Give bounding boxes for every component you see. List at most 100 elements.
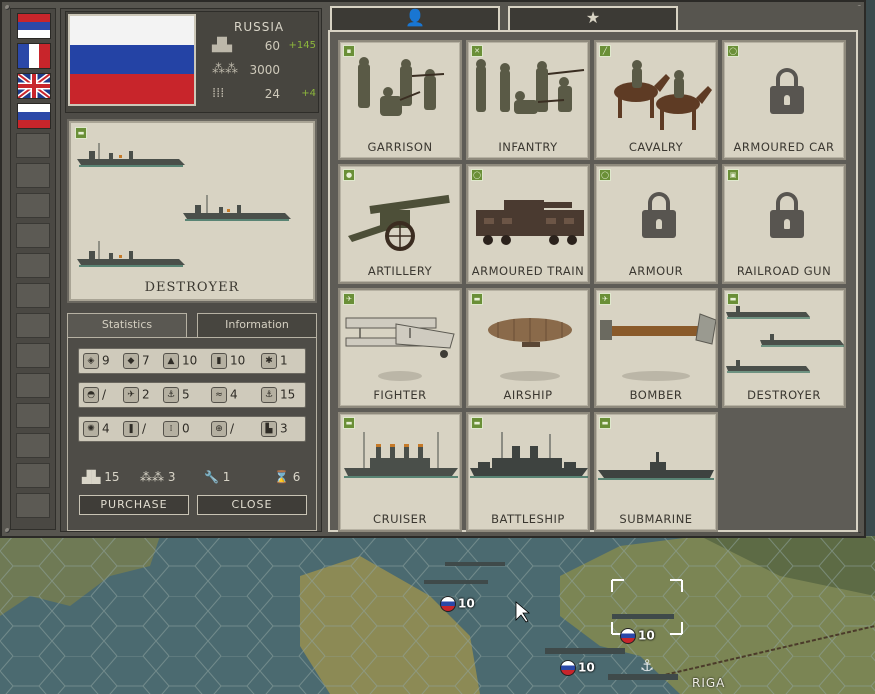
unit-card-armoured-train[interactable]: ◯ ARMOURED TRAIN [466, 164, 590, 284]
wave-icon: ≈ [211, 387, 227, 403]
unit-card-armour[interactable]: ◯ ARMOUR [594, 164, 718, 284]
unit-card-submarine[interactable]: ▬ SUBMARINE [594, 412, 718, 532]
unit-marker[interactable]: 10 [440, 596, 475, 612]
empty-slot [16, 403, 50, 428]
industry-cost: ▟▙ 15 [82, 470, 120, 484]
resource-industry: ▟▙ 60 +145 [212, 38, 316, 53]
sub-attack-stat: ≈4 [211, 387, 238, 405]
unit-label: GARRISON [367, 140, 433, 154]
hard-defense-stat: ◆ 7 [123, 353, 150, 371]
plane-icon: ✈ [123, 387, 139, 403]
shield-icon: ◈ [83, 353, 99, 369]
resource-manpower: ⁂⁂ 3000 [212, 62, 280, 77]
unit-marker[interactable]: 10 [560, 660, 595, 676]
armoured-train-image [476, 200, 584, 245]
hourglass-icon: ⌛ [274, 470, 293, 484]
lock-icon [770, 192, 804, 238]
target-icon: ⊕ [211, 421, 227, 437]
tab-information[interactable]: Information [197, 313, 317, 337]
battery-icon: ▮ [211, 353, 227, 369]
unit-card-railroad-gun[interactable]: ▣ RAILROAD GUN [722, 164, 846, 284]
stats-row: ◈ 9 ◆ 7 ▲ 10 ▮ 10 ✱ 1 [78, 348, 306, 374]
unit-card-infantry[interactable]: ✕ INFANTRY [466, 40, 590, 160]
unit-card-cruiser[interactable]: ▬ CRUISER [338, 412, 462, 532]
unit-label: DESTROYER [747, 388, 821, 402]
unit-label: ARMOURED TRAIN [471, 264, 585, 278]
empty-slot [16, 283, 50, 308]
nation-selector [10, 8, 56, 530]
unit-card-cavalry[interactable]: ╱ CAVALRY [594, 40, 718, 160]
unit-preview-title: DESTROYER [144, 280, 240, 295]
tab-favorites[interactable]: ★ [508, 6, 678, 30]
armoured-car-class-icon: ◯ [727, 45, 739, 57]
build-time: ⌛ 6 [274, 470, 301, 484]
thumbs-up-icon: ▲ [163, 353, 179, 369]
stats-row: ✺ 4 ❚ / ⁞ 0 ⊕ / ▙ 3 [78, 416, 306, 442]
resource-ammo: ⁞⁞⁞ 24 +4 [212, 86, 316, 101]
unit-marker[interactable]: 10 [620, 628, 655, 644]
flag-serbia[interactable] [17, 13, 51, 39]
manpower-cost: ⁂⁂ 3 [140, 470, 176, 484]
unit-card-armoured-car[interactable]: ◯ ARMOURED CAR [722, 40, 846, 160]
russia-roundel-icon [560, 660, 576, 676]
unit-label: BOMBER [629, 388, 683, 402]
explosion-icon: ✺ [83, 421, 99, 437]
wrench-icon: 🔧 [204, 470, 223, 484]
factory-icon: ▟▙ [82, 470, 105, 484]
unit-card-battleship[interactable]: ▬ BATTLESHIP [466, 412, 590, 532]
unit-label: FIGHTER [373, 388, 427, 402]
unit-catalog: 👤 ★ ▪ GARRISON ✕ INFANTRY ╱ CAVALRY ◯ AR… [328, 6, 862, 532]
unit-card-garrison[interactable]: ▪ GARRISON [338, 40, 462, 160]
armour-class-icon: ◯ [599, 169, 611, 181]
unit-label: BATTLESHIP [491, 512, 565, 526]
soft-attack-stat: ◓ / [83, 387, 106, 405]
lock-icon [770, 68, 804, 114]
cruiser-image [344, 432, 458, 478]
russia-roundel-icon [440, 596, 456, 612]
world-map[interactable]: 10 10 10 ⚓ RIGA [0, 536, 875, 694]
naval-class-icon: ▬ [75, 127, 87, 139]
unit-card-artillery[interactable]: ● ARTILLERY [338, 164, 462, 284]
unit-card-bomber[interactable]: ✈ BOMBER [594, 288, 718, 408]
air-attack-stat: ✈ 2 [123, 387, 150, 405]
city-label: RIGA [692, 676, 726, 690]
close-button[interactable]: CLOSE [197, 495, 307, 515]
explosive-stat: ✺ 4 [83, 421, 110, 439]
unit-preview: ▬ DESTROYER [67, 119, 317, 303]
unit-label: AIRSHIP [503, 388, 553, 402]
ammo-icon: ⁞⁞⁞ [212, 86, 225, 101]
empty-slot [16, 253, 50, 278]
unit-label: ARMOURED CAR [733, 140, 835, 154]
movement-stat: ▙ 3 [261, 421, 288, 439]
tab-units[interactable]: 👤 [330, 6, 500, 30]
soldier-icon: 👤 [405, 8, 425, 27]
union-jack-icon [18, 74, 50, 98]
empty-slot [16, 163, 50, 188]
morale-stat: ▲ 10 [163, 353, 197, 371]
anchor-icon: ⚓ [163, 387, 179, 403]
manpower-icon: ⁂⁂ [140, 470, 168, 484]
unit-label: CAVALRY [628, 140, 684, 154]
unit-card-destroyer[interactable]: ▬ DESTROYER [722, 288, 846, 408]
flag-france[interactable] [17, 43, 51, 69]
naval-defense-stat: ⚓ 15 [261, 387, 295, 405]
purchase-button[interactable]: PURCHASE [79, 495, 189, 515]
unit-card-fighter[interactable]: ✈ FIGHTER [338, 288, 462, 408]
factory-icon: ▟▙ [212, 38, 232, 53]
unit-detail-panel: RUSSIA ▟▙ 60 +145 ⁂⁂ 3000 ⁞⁞⁞ 24 +4 ▬ DE… [60, 8, 322, 532]
russia-roundel-icon [620, 628, 636, 644]
flag-united-kingdom[interactable] [17, 73, 51, 99]
unit-label: INFANTRY [498, 140, 558, 154]
nation-name: RUSSIA [234, 20, 285, 34]
unit-card-airship[interactable]: ▬ AIRSHIP [466, 288, 590, 408]
unit-label: ARTILLERY [367, 264, 433, 278]
flag-russia[interactable] [17, 103, 51, 129]
map-terrain [0, 536, 875, 694]
strength-stat: ▮ 10 [211, 353, 245, 371]
tab-statistics[interactable]: Statistics [67, 313, 187, 337]
soft-defense-stat: ◈ 9 [83, 353, 110, 371]
bullets-icon: ⁞ [163, 421, 179, 437]
nation-header: RUSSIA ▟▙ 60 +145 ⁂⁂ 3000 ⁞⁞⁞ 24 +4 [65, 11, 319, 113]
battleship-image [470, 432, 588, 478]
naval-attack-stat: ⚓ 5 [163, 387, 190, 405]
